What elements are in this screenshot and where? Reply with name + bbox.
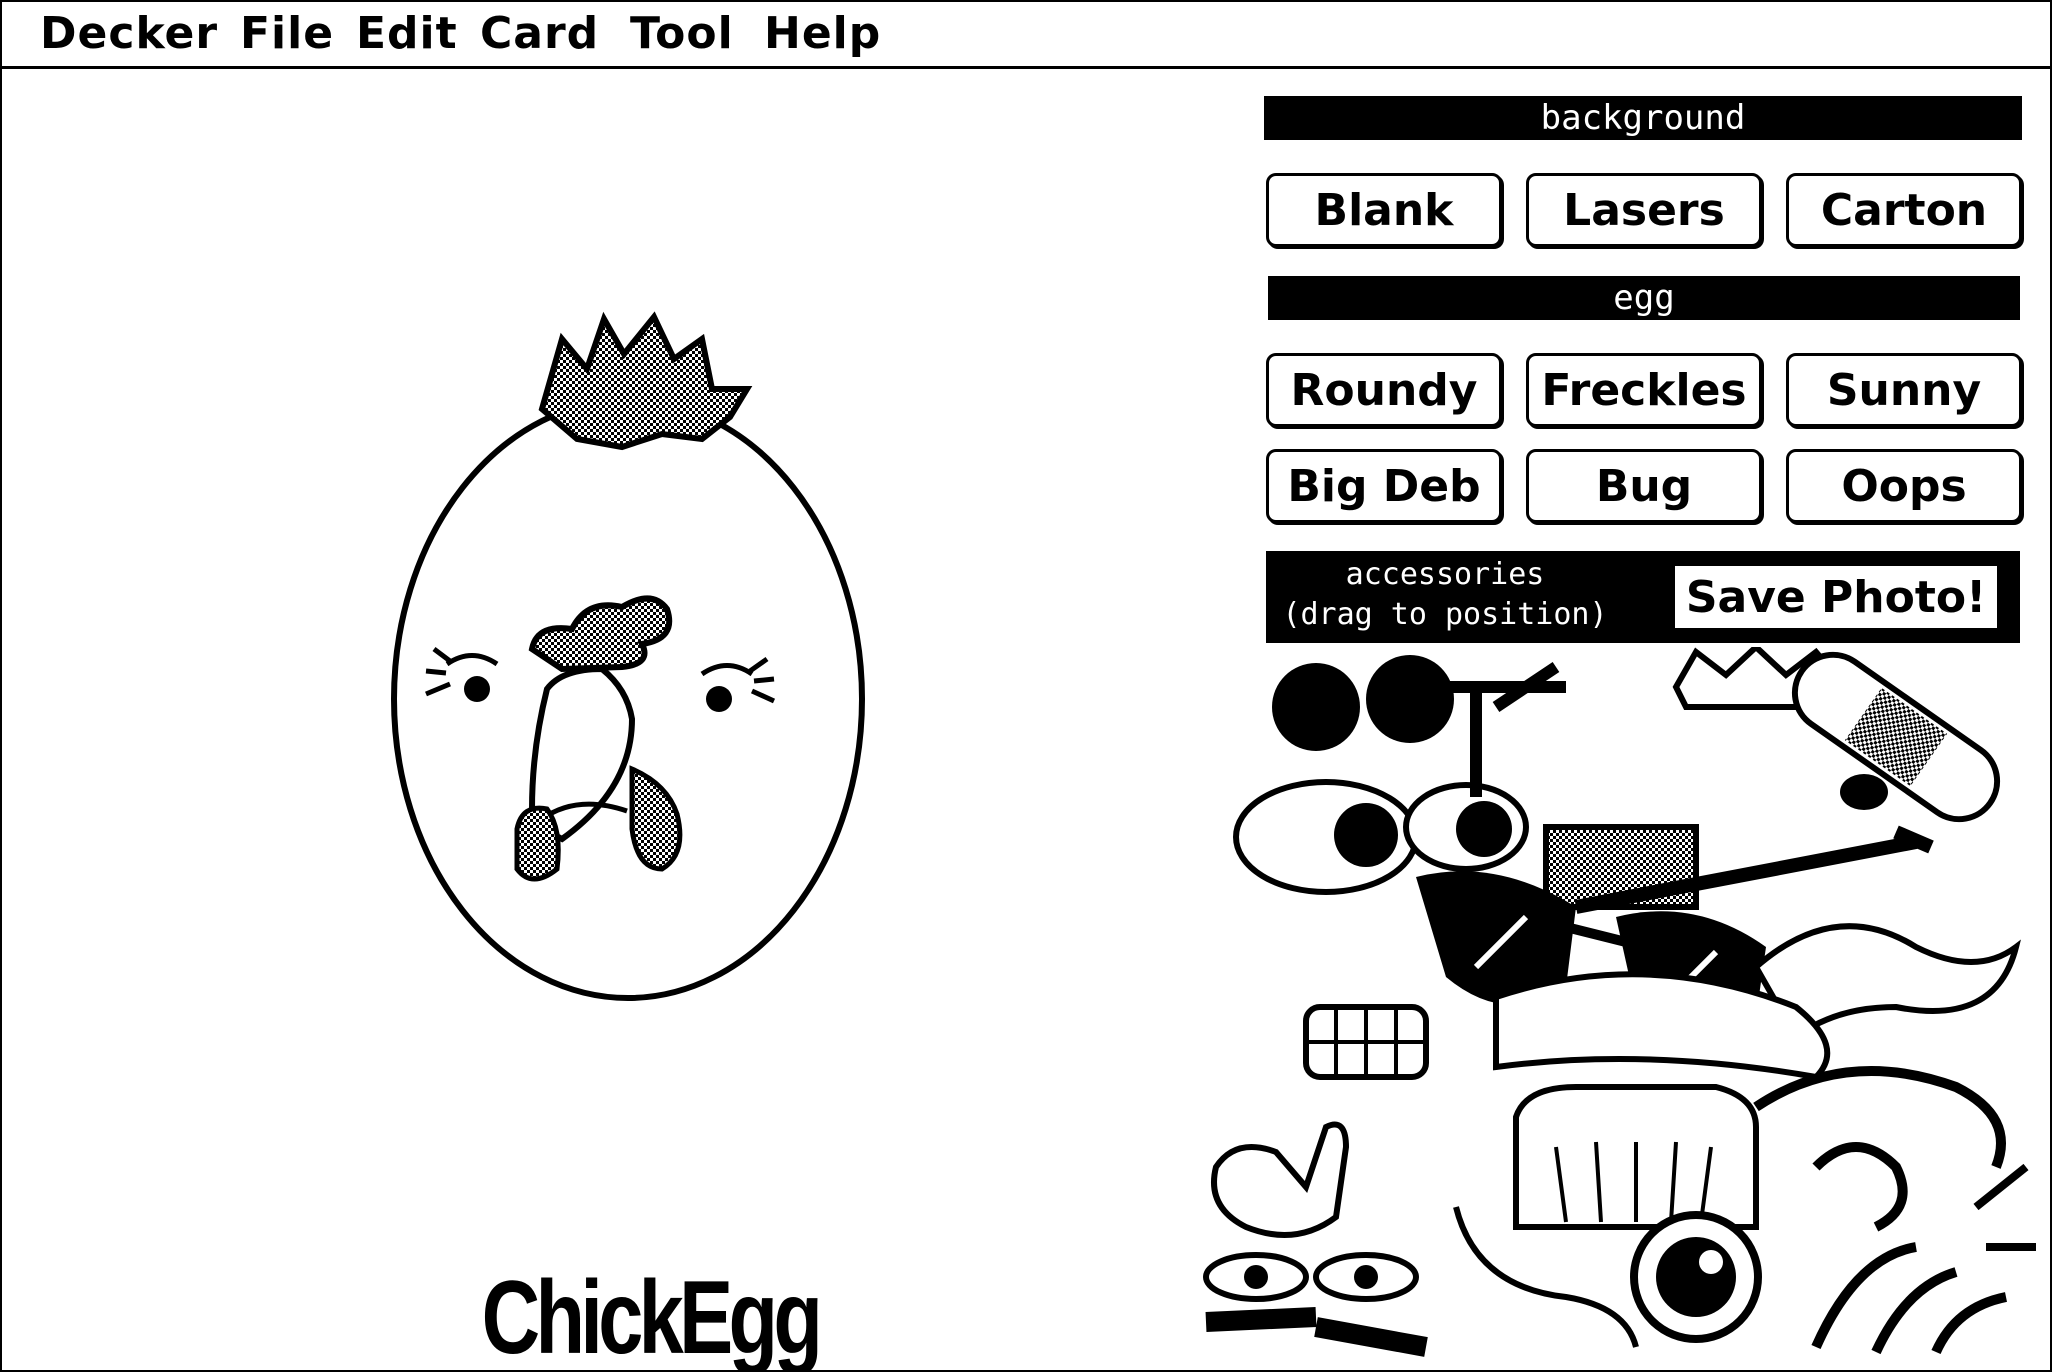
round-eye-accessory[interactable] [1630, 1211, 1762, 1343]
menu-decker[interactable]: Decker [40, 8, 218, 60]
menu-bar: Decker File Edit Card Tool Help [2, 2, 2050, 69]
menu-tool[interactable]: Tool [630, 8, 734, 60]
carton-button[interactable]: Carton [1786, 173, 2022, 247]
egg-header: egg [1268, 276, 2020, 320]
save-photo-button[interactable]: Save Photo! [1672, 563, 2000, 631]
whiskers-accessory[interactable] [1811, 1242, 2008, 1355]
big-deb-button[interactable]: Big Deb [1266, 449, 1502, 523]
ear-accessory-left[interactable] [1272, 663, 1360, 751]
bug-button[interactable]: Bug [1526, 449, 1762, 523]
accessories-pile [1196, 642, 2048, 1366]
roundy-button[interactable]: Roundy [1266, 353, 1502, 427]
glove-accessory[interactable] [1211, 1121, 1350, 1238]
accessories-pile-art [1203, 642, 2036, 1357]
accessories-bar: accessories (drag to position) Save Phot… [1266, 551, 2020, 643]
nose-accessory[interactable] [1840, 774, 1888, 810]
menu-card[interactable]: Card [480, 8, 599, 60]
sunny-button[interactable]: Sunny [1786, 353, 2022, 427]
background-header: background [1264, 96, 2022, 140]
decker-window: Decker File Edit Card Tool Help ChickEgg… [0, 0, 2052, 1372]
ear-accessory-right[interactable] [1366, 655, 1454, 743]
wattle-left [514, 805, 561, 882]
lasers-button[interactable]: Lasers [1526, 173, 1762, 247]
teeth-accessory[interactable] [1303, 1004, 1429, 1080]
accessories-label-line2: (drag to position) [1282, 597, 1608, 632]
menu-help[interactable]: Help [764, 8, 881, 60]
blank-button[interactable]: Blank [1266, 173, 1502, 247]
egg-stage: ChickEgg [2, 69, 1202, 1372]
menu-file[interactable]: File [240, 8, 334, 60]
menu-edit[interactable]: Edit [356, 8, 458, 60]
feather-tuft [538, 311, 753, 451]
bottom-eyes-accessory[interactable] [1203, 1252, 1428, 1357]
accessories-label: accessories (drag to position) [1280, 555, 1610, 635]
egg-name-label: ChickEgg [481, 1260, 823, 1372]
bandage-accessory[interactable] [1780, 647, 2012, 834]
chick-egg-drawing [391, 311, 865, 1001]
freckles-button[interactable]: Freckles [1526, 353, 1762, 427]
oops-button[interactable]: Oops [1786, 449, 2022, 523]
accessories-label-line1: accessories [1345, 557, 1545, 592]
